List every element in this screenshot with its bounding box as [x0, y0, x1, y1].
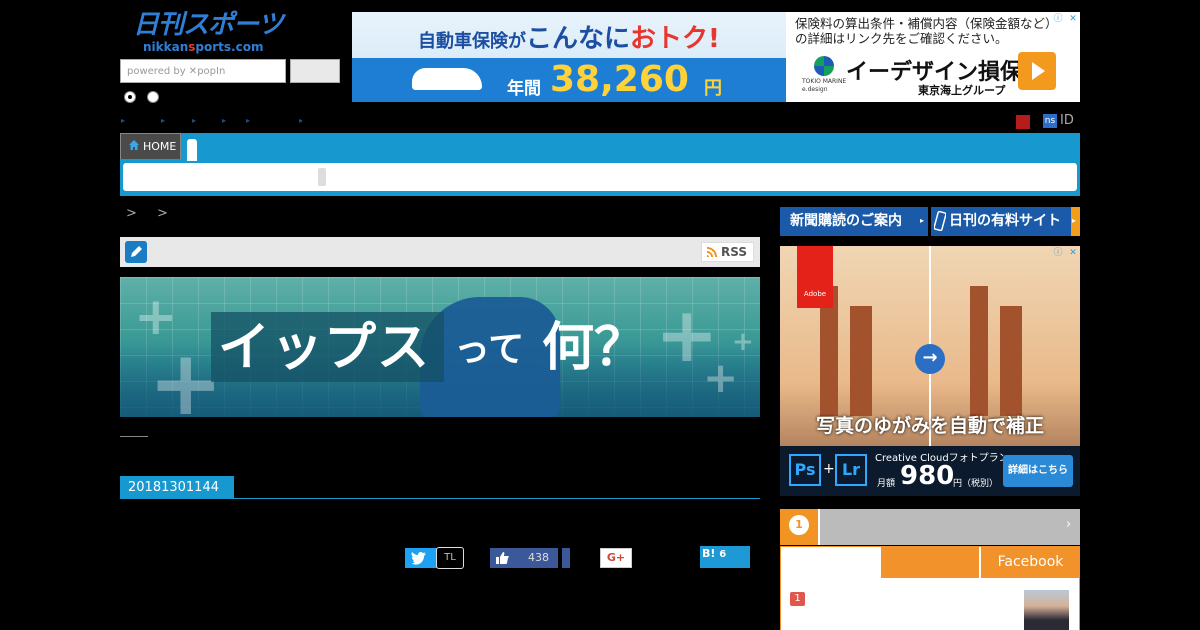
- facebook-like-count: 438: [528, 551, 549, 564]
- adobe-logo: Adobe: [797, 246, 833, 308]
- ranking-header[interactable]: [780, 509, 1080, 545]
- car-icon: [412, 68, 482, 90]
- photoshop-icon: Ps: [789, 454, 821, 486]
- facebook-like-button[interactable]: 438: [490, 548, 558, 568]
- lightroom-icon: Lr: [835, 454, 867, 486]
- site-logo[interactable]: 日刊スポーツ: [133, 10, 285, 40]
- plus-icon: +: [732, 327, 754, 357]
- tab-active-marker[interactable]: [187, 139, 197, 161]
- ad-yen: 円: [704, 78, 722, 99]
- search-scope-radio-web[interactable]: [147, 91, 159, 103]
- tab-facebook[interactable]: Facebook: [979, 547, 1080, 578]
- google-plus-button[interactable]: G+: [600, 548, 632, 568]
- brand-mark-icon: [814, 56, 834, 76]
- ad-price: 980: [900, 461, 955, 491]
- tower-shape: [970, 286, 988, 416]
- ranking-thumbnail[interactable]: [1024, 590, 1069, 630]
- ad-disclaimer: 保険料の算出条件・補償内容（保険金額など）の詳細はリンク先をご確認ください。: [795, 16, 1058, 46]
- ad-headline-b: こんなに: [526, 24, 631, 54]
- ad-headline: 自動車保険がこんなにおトク!: [418, 18, 720, 55]
- brand-text: TOKIO MARINE e.design: [802, 78, 847, 93]
- play-icon[interactable]: [1018, 52, 1056, 90]
- tower-shape: [850, 306, 872, 416]
- section-header: [120, 237, 760, 267]
- rank-number-badge: 1: [790, 592, 805, 606]
- rss-icon: [707, 247, 717, 257]
- tokio-marine-logo: TOKIO MARINE e.design: [802, 56, 848, 98]
- arrow-right-icon: →: [915, 344, 945, 374]
- adchoices-icon[interactable]: ⓘ: [1051, 246, 1065, 260]
- top-banner-ad[interactable]: 自動車保険がこんなにおトク! 年間 38,260 円 保険料の算出条件・補償内容…: [352, 12, 1080, 102]
- hero-title-c: 何？: [542, 318, 647, 378]
- sub-navbar: [123, 163, 1077, 191]
- date-divider: [120, 498, 760, 499]
- subscription-info-button[interactable]: 新聞購読のご案内: [780, 207, 928, 236]
- search-input[interactable]: powered by ✕popIn: [120, 59, 286, 83]
- ad-plus: +: [823, 461, 835, 477]
- twitter-icon: [411, 551, 426, 565]
- phone-icon: [934, 211, 946, 231]
- nav-link-marker[interactable]: ▸: [246, 117, 250, 125]
- ad-monthly-label: 月額: [877, 479, 896, 489]
- hero-image[interactable]: + + + + + イップス って 何？: [120, 277, 760, 417]
- nav-link-marker[interactable]: ▸: [161, 117, 165, 125]
- pen-icon: [125, 241, 147, 263]
- search-scope-radio-site[interactable]: [124, 91, 136, 103]
- nav-link-marker[interactable]: ▸: [299, 117, 303, 125]
- adchoices-icon[interactable]: ⓘ: [1051, 12, 1065, 26]
- ad-headline-a: 自動車保険が: [418, 31, 526, 52]
- nav-link-marker[interactable]: ▸: [121, 117, 125, 125]
- article-date-badge: 20181301144: [120, 476, 234, 499]
- logo-sub-post: ports.com: [195, 40, 264, 54]
- medal-icon: 1: [780, 509, 818, 545]
- ad-company-group: 東京海上グループ: [918, 84, 1006, 97]
- subnav-separator: [318, 168, 326, 186]
- ad-nenkan: 年間: [507, 79, 541, 99]
- nav-link-marker[interactable]: ▸: [222, 117, 226, 125]
- facebook-share-button[interactable]: [562, 548, 570, 568]
- short-divider: [120, 436, 148, 437]
- sidebar-ad[interactable]: Adobe → 写真のゆがみを自動で補正 Ps + Lr Creative Cl…: [780, 246, 1080, 496]
- ad-tax-note: 円（税別）: [953, 479, 999, 489]
- login-id-link[interactable]: ID: [1060, 113, 1074, 128]
- ad-caption: 写真のゆがみを自動で補正: [815, 415, 1044, 437]
- chevron-right-icon[interactable]: ›: [1066, 517, 1071, 532]
- chevron-right-icon: ▸: [920, 216, 925, 225]
- tower-shape: [1000, 306, 1022, 416]
- ad-details-button[interactable]: 詳細はこちら: [1003, 455, 1073, 487]
- hatena-count: 6: [719, 549, 727, 560]
- paid-sites-button[interactable]: 日刊の有料サイト: [931, 207, 1080, 236]
- timeline-button[interactable]: TL: [436, 547, 464, 569]
- medal-number: 1: [789, 515, 809, 535]
- hatena-bookmark-button[interactable]: B! 6: [700, 546, 750, 568]
- home-icon: [129, 140, 139, 150]
- ad-price: 38,260: [550, 59, 689, 100]
- site-logo-domain[interactable]: nikkansports.com: [143, 40, 283, 54]
- chevron-right-icon: ▸: [1072, 216, 1077, 225]
- ns-badge[interactable]: ns: [1043, 114, 1057, 128]
- breadcrumb: > >: [126, 206, 176, 221]
- hero-title-b: って: [454, 329, 525, 370]
- close-ad-icon[interactable]: ✕: [1066, 12, 1080, 26]
- tab-ranking-active[interactable]: [781, 547, 881, 578]
- logo-sub-pre: nikkan: [143, 40, 189, 54]
- close-ad-icon[interactable]: ✕: [1066, 246, 1080, 260]
- hero-title-a: イップス: [218, 318, 431, 378]
- search-button[interactable]: [290, 59, 340, 83]
- red-square-link[interactable]: [1016, 115, 1030, 129]
- ad-headline-c: おトク!: [630, 24, 720, 54]
- hatena-label: B!: [702, 547, 716, 560]
- thumbs-up-icon: [496, 552, 509, 564]
- ranking-divider: [818, 509, 820, 545]
- plus-icon: +: [703, 353, 739, 402]
- nav-link-marker[interactable]: ▸: [192, 117, 196, 125]
